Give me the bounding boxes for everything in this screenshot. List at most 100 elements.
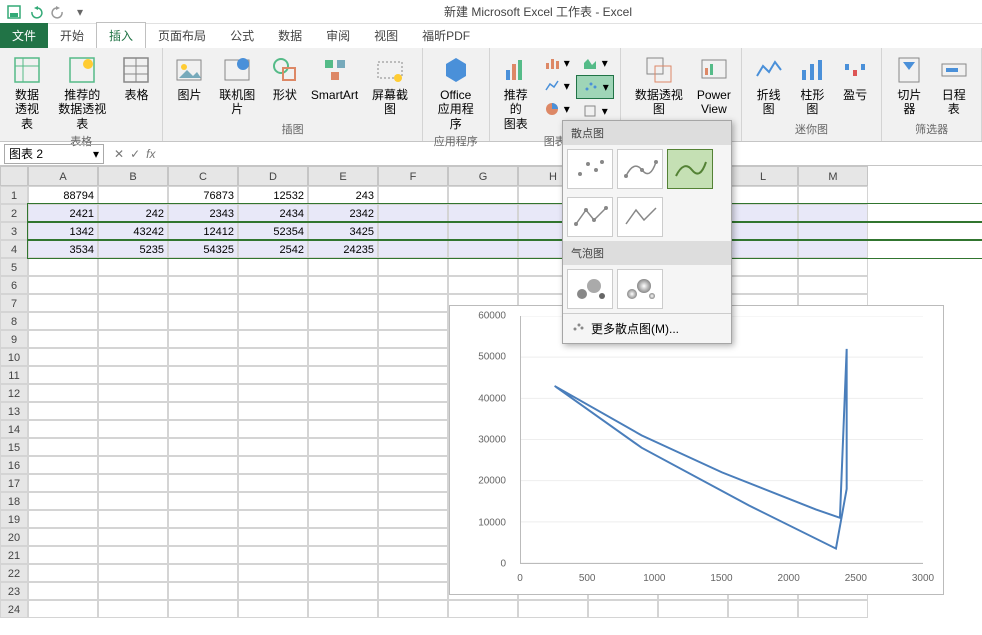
col-header[interactable]: L — [728, 166, 798, 186]
cell[interactable] — [28, 582, 98, 600]
cell[interactable] — [98, 348, 168, 366]
cell[interactable] — [308, 492, 378, 510]
cell[interactable] — [308, 348, 378, 366]
cell[interactable] — [308, 258, 378, 276]
cell[interactable] — [98, 546, 168, 564]
cell[interactable] — [98, 186, 168, 204]
cell[interactable] — [238, 366, 308, 384]
cell[interactable] — [448, 222, 518, 240]
scatter-chart-dd[interactable]: ▾ — [576, 75, 614, 99]
cell[interactable] — [378, 474, 448, 492]
col-header[interactable]: D — [238, 166, 308, 186]
row-header[interactable]: 18 — [0, 492, 28, 510]
cell[interactable] — [98, 276, 168, 294]
cell[interactable] — [98, 600, 168, 618]
cell[interactable] — [728, 186, 798, 204]
cell[interactable] — [168, 492, 238, 510]
cell[interactable] — [168, 438, 238, 456]
cell[interactable] — [98, 312, 168, 330]
cell[interactable] — [308, 366, 378, 384]
cell[interactable] — [308, 582, 378, 600]
cell[interactable] — [378, 492, 448, 510]
cell[interactable] — [98, 528, 168, 546]
cell[interactable] — [308, 564, 378, 582]
cell[interactable] — [798, 258, 868, 276]
cell[interactable]: 2342 — [308, 204, 378, 222]
cell[interactable] — [98, 492, 168, 510]
other-chart-dd[interactable]: ▾ — [576, 100, 614, 122]
tab-data[interactable]: 数据 — [266, 23, 314, 48]
cell[interactable] — [448, 258, 518, 276]
tab-view[interactable]: 视图 — [362, 23, 410, 48]
cell[interactable] — [168, 330, 238, 348]
cell[interactable] — [238, 402, 308, 420]
cell[interactable]: 2343 — [168, 204, 238, 222]
cell[interactable] — [308, 510, 378, 528]
cell[interactable] — [168, 312, 238, 330]
cell[interactable] — [798, 600, 868, 618]
cell[interactable] — [168, 420, 238, 438]
cell[interactable] — [28, 546, 98, 564]
undo-icon[interactable] — [28, 4, 44, 20]
cell[interactable] — [378, 456, 448, 474]
cell[interactable] — [98, 366, 168, 384]
cell[interactable] — [238, 474, 308, 492]
cell[interactable] — [238, 438, 308, 456]
cell[interactable] — [168, 402, 238, 420]
cell[interactable] — [98, 420, 168, 438]
tab-insert[interactable]: 插入 — [96, 22, 146, 48]
cell[interactable] — [98, 510, 168, 528]
cell[interactable] — [238, 276, 308, 294]
select-all-corner[interactable] — [0, 166, 28, 186]
cell[interactable] — [238, 582, 308, 600]
cell[interactable] — [238, 312, 308, 330]
cell[interactable] — [378, 258, 448, 276]
cell[interactable] — [378, 312, 448, 330]
col-header[interactable]: M — [798, 166, 868, 186]
scatter-markers-option[interactable] — [567, 149, 613, 189]
cell[interactable]: 2421 — [28, 204, 98, 222]
cell[interactable] — [98, 294, 168, 312]
qat-dropdown-icon[interactable]: ▾ — [72, 4, 88, 20]
tab-formulas[interactable]: 公式 — [218, 23, 266, 48]
scatter-straight-markers-option[interactable] — [567, 197, 613, 237]
office-apps-button[interactable]: Office 应用程序 — [429, 52, 483, 133]
bubble-3d-option[interactable] — [617, 269, 663, 309]
chart-object[interactable]: 0100002000030000400005000060000 05001000… — [449, 305, 944, 595]
cell[interactable] — [28, 402, 98, 420]
redo-icon[interactable] — [50, 4, 66, 20]
cell[interactable] — [238, 546, 308, 564]
cell[interactable] — [238, 510, 308, 528]
enter-icon[interactable]: ✓ — [130, 147, 140, 161]
row-header[interactable]: 14 — [0, 420, 28, 438]
cell[interactable] — [308, 528, 378, 546]
cell[interactable] — [798, 186, 868, 204]
cell[interactable] — [238, 348, 308, 366]
cell[interactable]: 3425 — [308, 222, 378, 240]
cell[interactable] — [728, 204, 798, 222]
sparkline-col-button[interactable]: 柱形图 — [792, 52, 834, 119]
cell[interactable] — [28, 456, 98, 474]
cell[interactable] — [168, 582, 238, 600]
cell[interactable] — [448, 204, 518, 222]
online-picture-button[interactable]: 联机图片 — [211, 52, 262, 119]
cell[interactable] — [28, 420, 98, 438]
tab-review[interactable]: 审阅 — [314, 23, 362, 48]
cell[interactable] — [98, 564, 168, 582]
cell[interactable] — [308, 474, 378, 492]
cell[interactable] — [28, 474, 98, 492]
cell[interactable]: 3534 — [28, 240, 98, 258]
cell[interactable] — [378, 600, 448, 618]
fx-icon[interactable]: fx — [146, 147, 155, 161]
cell[interactable] — [28, 330, 98, 348]
tab-file[interactable]: 文件 — [0, 23, 48, 48]
cell[interactable] — [28, 294, 98, 312]
row-header[interactable]: 3 — [0, 222, 28, 240]
cell[interactable] — [168, 528, 238, 546]
row-header[interactable]: 10 — [0, 348, 28, 366]
cell[interactable] — [98, 582, 168, 600]
row-header[interactable]: 23 — [0, 582, 28, 600]
row-header[interactable]: 5 — [0, 258, 28, 276]
cell[interactable]: 54325 — [168, 240, 238, 258]
cell[interactable] — [378, 582, 448, 600]
